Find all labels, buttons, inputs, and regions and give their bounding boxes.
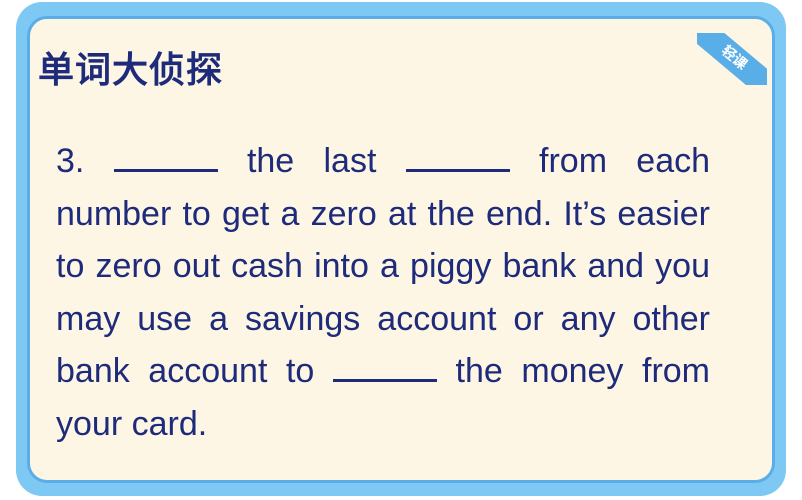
blank-2[interactable] xyxy=(405,147,510,172)
card-title: 单词大侦探 xyxy=(38,50,224,91)
corner-tag: 轻课 xyxy=(697,33,767,85)
corner-tag-label: 轻课 xyxy=(697,33,767,85)
fill-in-passage: 3. the last from each number to get a ze… xyxy=(56,135,710,450)
question-number: 3. xyxy=(56,142,85,180)
blank-3[interactable] xyxy=(332,357,437,382)
passage-segment-1: the last xyxy=(246,142,377,180)
blank-1[interactable] xyxy=(113,147,218,172)
